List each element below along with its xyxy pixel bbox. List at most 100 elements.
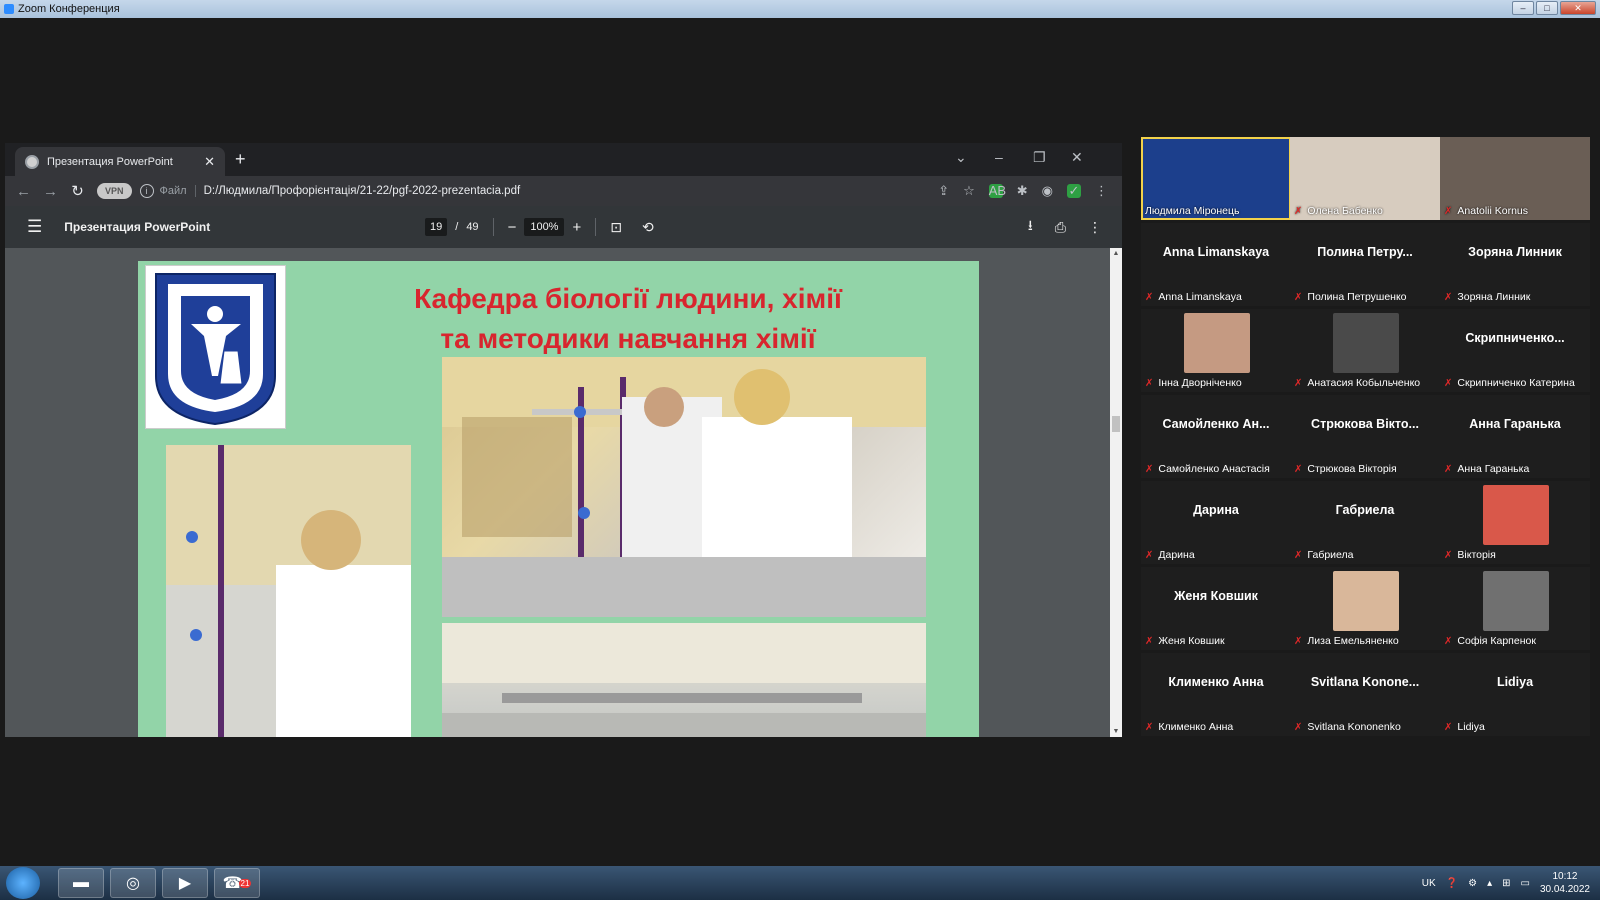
participant-name-label: ✗ Габриела <box>1294 549 1354 561</box>
participant-name: Клименко Анна <box>1158 721 1234 733</box>
participant-tile[interactable]: ✗ Анатасия Кобыльченко <box>1290 309 1440 392</box>
browser-tab[interactable]: Презентация PowerPoint ✕ <box>15 147 225 176</box>
pdf-more-icon[interactable]: ⋮ <box>1088 219 1102 236</box>
file-label: Файл <box>160 185 196 197</box>
participant-tile[interactable]: ✗ Вікторія <box>1440 481 1590 564</box>
star-icon[interactable]: ☆ <box>963 183 975 199</box>
participant-name-label: ✗ Вікторія <box>1444 549 1496 561</box>
zoom-in-icon[interactable]: + <box>572 219 581 236</box>
browser-close-icon[interactable]: ✕ <box>1071 149 1083 166</box>
participant-tile[interactable]: ✗ Інна Дворніченко <box>1141 309 1291 392</box>
chrome-taskbar-icon[interactable]: ◎ <box>110 868 156 898</box>
info-icon[interactable]: i <box>139 184 154 198</box>
explorer-taskbar-icon[interactable]: ▬ <box>58 868 104 898</box>
mic-muted-icon: ✗ <box>1294 635 1303 647</box>
participant-tile[interactable]: Анна Гаранька ✗ Анна Гаранька <box>1440 395 1590 478</box>
participant-name-label: ✗ Олена Бабенко <box>1294 205 1383 217</box>
mic-muted-icon: ✗ <box>1294 549 1303 561</box>
viber-badge: 21 <box>238 878 252 888</box>
hamburger-menu-icon[interactable]: ☰ <box>27 217 42 237</box>
download-icon[interactable]: ⭳ <box>1028 215 1033 239</box>
address-bar[interactable]: D:/Людмила/Профорієнтація/21-22/pgf-2022… <box>204 185 939 197</box>
mic-muted-icon: ✗ <box>1444 205 1453 217</box>
participant-profile-photo <box>1483 485 1549 545</box>
vpn-badge[interactable]: VPN <box>97 183 132 199</box>
start-button[interactable] <box>6 867 40 899</box>
shield-extension-icon[interactable]: ✓ <box>1067 184 1081 198</box>
viber-taskbar-icon[interactable]: ☎ 21 <box>214 868 260 898</box>
clock[interactable]: 10:12 30.04.2022 <box>1540 870 1590 896</box>
participant-display-name: Дарина <box>1193 503 1239 517</box>
scroll-up-icon[interactable]: ▲ <box>1110 250 1122 257</box>
print-icon[interactable]: ⎙ <box>1055 219 1066 236</box>
fit-page-icon[interactable]: ⊡ <box>610 219 622 236</box>
participant-tile[interactable]: ✗ Софія Карпенок <box>1440 567 1590 650</box>
help-icon[interactable]: ❓ <box>1446 878 1458 889</box>
extensions-icon[interactable]: ✱ <box>1017 183 1028 199</box>
adblock-extension-icon[interactable]: AB <box>988 184 1006 198</box>
participant-profile-photo <box>1184 313 1250 373</box>
new-tab-button[interactable]: + <box>235 149 246 170</box>
participant-name: Анна Гаранька <box>1457 463 1530 475</box>
page-separator: / <box>455 221 459 233</box>
lab-photo-room <box>442 623 926 737</box>
profile-icon[interactable]: ◉ <box>1042 183 1053 199</box>
mic-muted-icon: ✗ <box>1444 721 1453 733</box>
tab-search-icon[interactable]: ⌄ <box>955 149 967 166</box>
share-icon[interactable]: ⇪ <box>938 183 949 199</box>
participant-name: Олена Бабенко <box>1307 205 1383 217</box>
pdf-viewport[interactable]: Кафедра біології людини, хімії та методи… <box>5 248 1110 737</box>
language-indicator[interactable]: UK <box>1422 878 1436 889</box>
participant-name-label: ✗ Лиза Емельяненко <box>1294 635 1399 647</box>
zoom-out-icon[interactable]: − <box>508 219 517 236</box>
participant-tile[interactable]: Зоряна Линник ✗ Зоряна Линник <box>1440 223 1590 306</box>
browser-restore-icon[interactable]: ❐ <box>1033 149 1046 166</box>
tray-app-icon[interactable]: ⚙ <box>1468 878 1477 889</box>
tray-expand-icon[interactable]: ▴ <box>1487 878 1492 889</box>
forward-icon[interactable]: → <box>37 183 64 200</box>
participant-name-label: ✗ Клименко Анна <box>1145 721 1233 733</box>
desktop: Zoom Конференция – □ ✕ Презентация Power… <box>0 0 1600 900</box>
close-button[interactable]: ✕ <box>1560 1 1596 15</box>
shared-screen-browser: Презентация PowerPoint ✕ + ⌄ – ❐ ✕ ← → ↻… <box>5 143 1122 737</box>
participant-name: Anna Limanskaya <box>1158 291 1242 303</box>
participant-tile[interactable]: Клименко Анна ✗ Клименко Анна <box>1141 653 1291 736</box>
action-center-icon[interactable]: ▭ <box>1520 878 1529 889</box>
participant-tile[interactable]: ✗ Anatolii Kornus <box>1440 137 1590 220</box>
network-icon[interactable]: ⊞ <box>1502 878 1510 889</box>
more-menu-icon[interactable]: ⋮ <box>1095 183 1108 199</box>
participant-tile[interactable]: Габриела ✗ Габриела <box>1290 481 1440 564</box>
rotate-icon[interactable]: ⟲ <box>642 219 654 236</box>
mic-muted-icon: ✗ <box>1145 635 1154 647</box>
participant-tile[interactable]: Svitlana Konone... ✗ Svitlana Kononenko <box>1290 653 1440 736</box>
participant-name-label: ✗ Анна Гаранька <box>1444 463 1529 475</box>
pdf-scrollbar[interactable]: ▲ ▼ <box>1110 248 1122 737</box>
zoom-level-input[interactable]: 100% <box>524 218 565 236</box>
participant-tile[interactable]: Людмила Міронець <box>1141 137 1291 220</box>
participant-tile[interactable]: ✗ Лиза Емельяненко <box>1290 567 1440 650</box>
minimize-button[interactable]: – <box>1512 1 1534 15</box>
maximize-button[interactable]: □ <box>1536 1 1558 15</box>
participant-tile[interactable]: Anna Limanskaya ✗ Anna Limanskaya <box>1141 223 1291 306</box>
mic-muted-icon: ✗ <box>1145 721 1154 733</box>
browser-minimize-icon[interactable]: – <box>995 149 1003 165</box>
scrollbar-thumb[interactable] <box>1112 416 1120 432</box>
zoom-window-title: Zoom Конференция <box>18 3 120 15</box>
scroll-down-icon[interactable]: ▼ <box>1110 728 1122 735</box>
zoom-taskbar-icon[interactable]: ▶ <box>162 868 208 898</box>
page-number-input[interactable]: 19 <box>425 218 448 236</box>
participant-tile[interactable]: Стрюкова Вікто... ✗ Стрюкова Вікторія <box>1290 395 1440 478</box>
participant-tile[interactable]: Lidiya ✗ Lidiya <box>1440 653 1590 736</box>
participant-tile[interactable]: ✗ Олена Бабенко <box>1290 137 1440 220</box>
lab-photo-teacher-students <box>442 357 926 617</box>
pdf-title: Презентация PowerPoint <box>64 220 211 234</box>
participant-tile[interactable]: Самойленко Ан... ✗ Самойленко Анастасія <box>1141 395 1291 478</box>
participant-tile[interactable]: Скрипниченко... ✗ Скрипниченко Катерина <box>1440 309 1590 392</box>
system-tray: UK ❓ ⚙ ▴ ⊞ ▭ 10:12 30.04.2022 <box>1422 866 1590 900</box>
participant-tile[interactable]: Дарина ✗ Дарина <box>1141 481 1291 564</box>
participant-tile[interactable]: Женя Ковшик ✗ Женя Ковшик <box>1141 567 1291 650</box>
back-icon[interactable]: ← <box>10 183 37 200</box>
reload-icon[interactable]: ↻ <box>64 182 91 200</box>
tab-close-icon[interactable]: ✕ <box>204 154 215 170</box>
participant-tile[interactable]: Полина Петру... ✗ Полина Петрушенко <box>1290 223 1440 306</box>
